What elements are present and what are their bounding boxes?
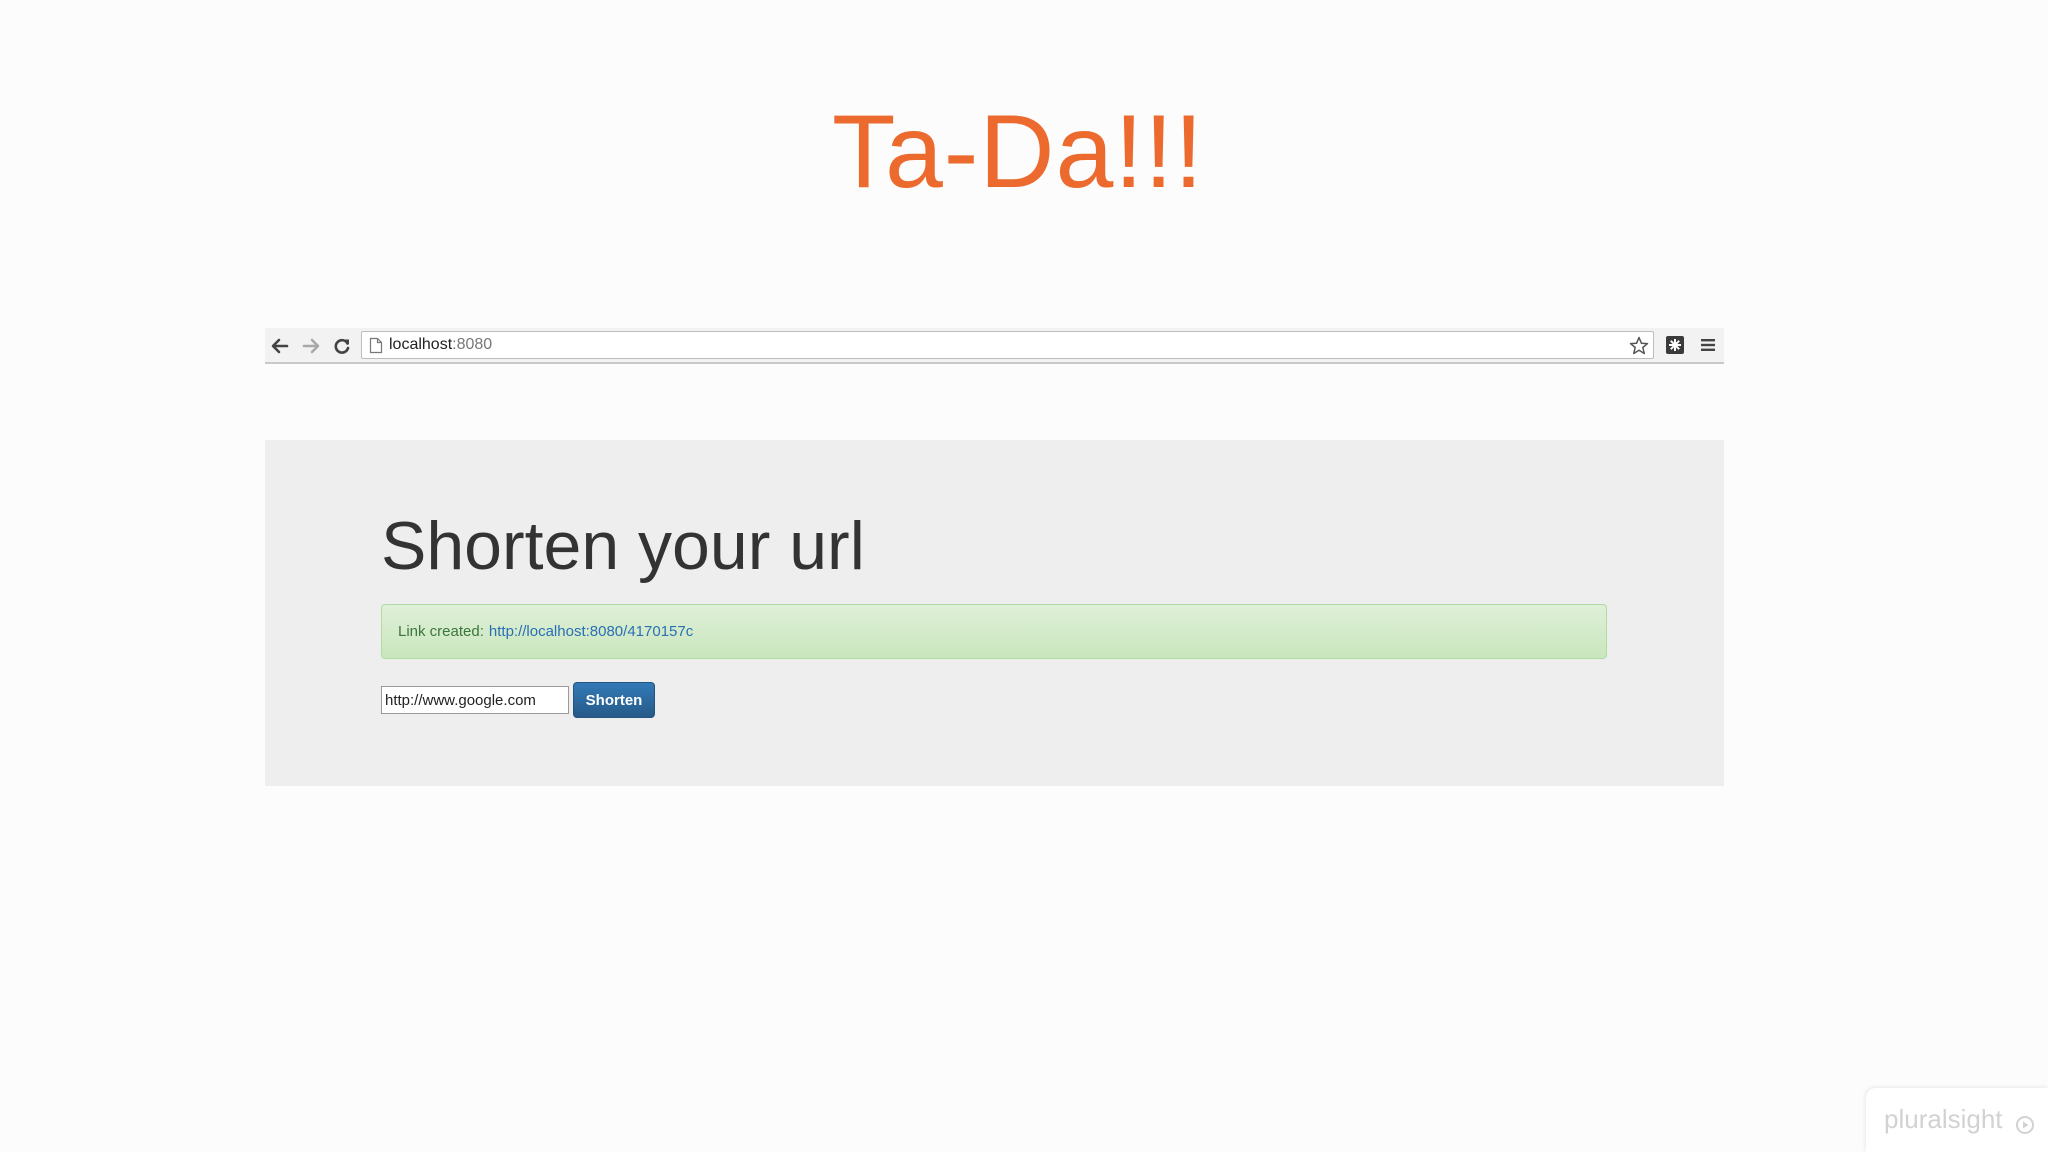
address-url: localhost:8080 xyxy=(389,336,492,354)
watermark: pluralsight xyxy=(1866,1088,2048,1152)
star-icon[interactable] xyxy=(1628,335,1650,362)
shorten-button[interactable]: Shorten xyxy=(573,682,655,718)
reload-icon xyxy=(332,336,352,356)
watermark-logo: pluralsight xyxy=(1884,1104,2003,1134)
page-icon xyxy=(369,337,383,359)
menu-icon[interactable] xyxy=(1699,336,1717,359)
alert-label: Link created: xyxy=(398,623,484,640)
page-heading: Shorten your url xyxy=(381,508,865,584)
short-link[interactable]: http://localhost:8080/4170157c xyxy=(489,623,693,640)
address-host: localhost xyxy=(389,336,453,353)
play-icon xyxy=(2016,1116,2034,1139)
slide-title: Ta-Da!!! xyxy=(831,94,1205,210)
back-arrow-icon xyxy=(270,336,290,356)
success-alert: Link created: http://localhost:8080/4170… xyxy=(381,604,1607,659)
forward-arrow-icon xyxy=(301,336,321,356)
address-bar[interactable]: localhost:8080 xyxy=(361,331,1654,359)
url-input[interactable] xyxy=(381,686,569,714)
extension-icon[interactable] xyxy=(1665,335,1685,360)
back-button[interactable] xyxy=(267,333,293,359)
browser-toolbar: localhost:8080 xyxy=(265,328,1724,364)
forward-button[interactable] xyxy=(298,333,324,359)
web-page: Shorten your url Link created: http://lo… xyxy=(265,440,1724,786)
reload-button[interactable] xyxy=(329,333,355,359)
address-port: :8080 xyxy=(452,336,493,353)
